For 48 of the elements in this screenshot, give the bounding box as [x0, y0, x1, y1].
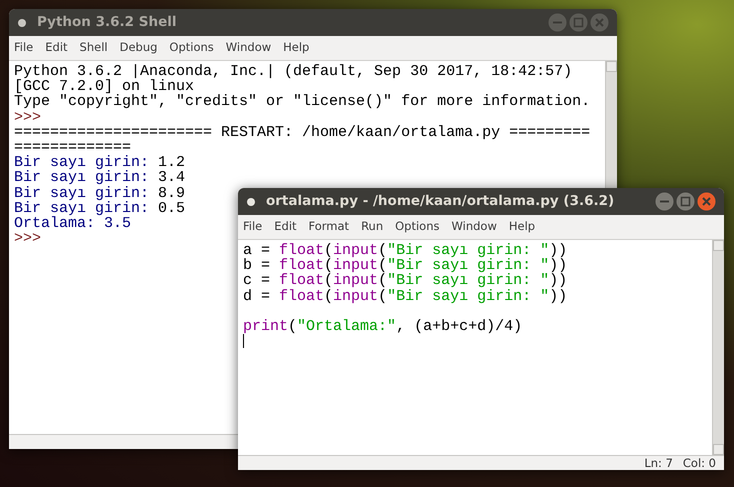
window-title: ortalama.py - /home/kaan/ortalama.py (3.6.2)	[266, 192, 614, 212]
shell-line: Type "copyright", "credits" or "license()" for more information.	[14, 93, 590, 110]
close-button[interactable]	[697, 192, 716, 211]
scroll-up-button[interactable]	[606, 61, 617, 72]
menu-item[interactable]: Window	[452, 218, 497, 236]
scroll-up-button[interactable]	[713, 240, 724, 251]
status-text: Ln: 7	[644, 456, 673, 470]
menu-item[interactable]: Shell	[80, 39, 108, 57]
shell-line: =============	[14, 138, 132, 156]
menu-item[interactable]: Edit	[274, 218, 297, 236]
menu-item[interactable]: Debug	[120, 39, 158, 57]
code-line: c = float(input("Bir sayı girin: "))	[243, 272, 568, 290]
menu-item[interactable]: Format	[308, 218, 350, 236]
code-line: d = float(input("Bir sayı girin: "))	[243, 288, 568, 305]
text-cursor	[243, 334, 244, 348]
shell-line: >>>	[14, 230, 42, 248]
shell-line: ====================== RESTART: /home/kaan/ortalama.py =========	[14, 124, 590, 141]
shell-line: Ortalama: 3.5	[14, 214, 132, 232]
menu-item[interactable]: Options	[169, 39, 214, 57]
menu-item[interactable]: File	[243, 218, 262, 236]
shell-line: Bir sayı girin: 3.4	[14, 169, 186, 186]
menu-item[interactable]: Run	[361, 218, 384, 236]
code-line: print("Ortalama:", (a+b+c+d)/4)	[243, 318, 522, 335]
minimize-button[interactable]	[655, 192, 674, 211]
window-title: Python 3.6.2 Shell	[37, 13, 176, 32]
status-text: Col: 0	[682, 456, 716, 470]
close-button[interactable]	[590, 13, 609, 32]
menu-item[interactable]: Help	[508, 218, 536, 236]
scroll-down-button[interactable]	[713, 444, 724, 455]
shell-line: Bir sayı girin: 0.5	[14, 200, 186, 217]
code-line: b = float(input("Bir sayı girin: "))	[243, 257, 568, 274]
menu-item[interactable]: Window	[226, 39, 272, 57]
menu-item[interactable]: Options	[395, 218, 440, 236]
maximize-button[interactable]	[676, 192, 695, 211]
code-line: a = float(input("Bir sayı girin: "))	[243, 242, 568, 259]
shell-line: Bir sayı girin: 8.9	[14, 184, 186, 202]
minimize-button[interactable]	[548, 13, 567, 32]
menu-item[interactable]: Help	[283, 39, 310, 57]
shell-line: Python 3.6.2 |Anaconda, Inc.| (default, Sep 30 2017, 18:42:57)	[14, 63, 572, 80]
shell-line: Bir sayı girin: 1.2	[14, 154, 186, 172]
window-icon	[246, 196, 256, 206]
scrollbar[interactable]	[712, 240, 724, 455]
window-icon	[17, 18, 27, 28]
menu-item[interactable]: Edit	[45, 39, 68, 57]
shell-line: >>>	[14, 108, 42, 126]
menu-item[interactable]: File	[14, 39, 34, 57]
shell-line: [GCC 7.2.0] on linux	[14, 78, 194, 96]
maximize-button[interactable]	[569, 13, 588, 32]
